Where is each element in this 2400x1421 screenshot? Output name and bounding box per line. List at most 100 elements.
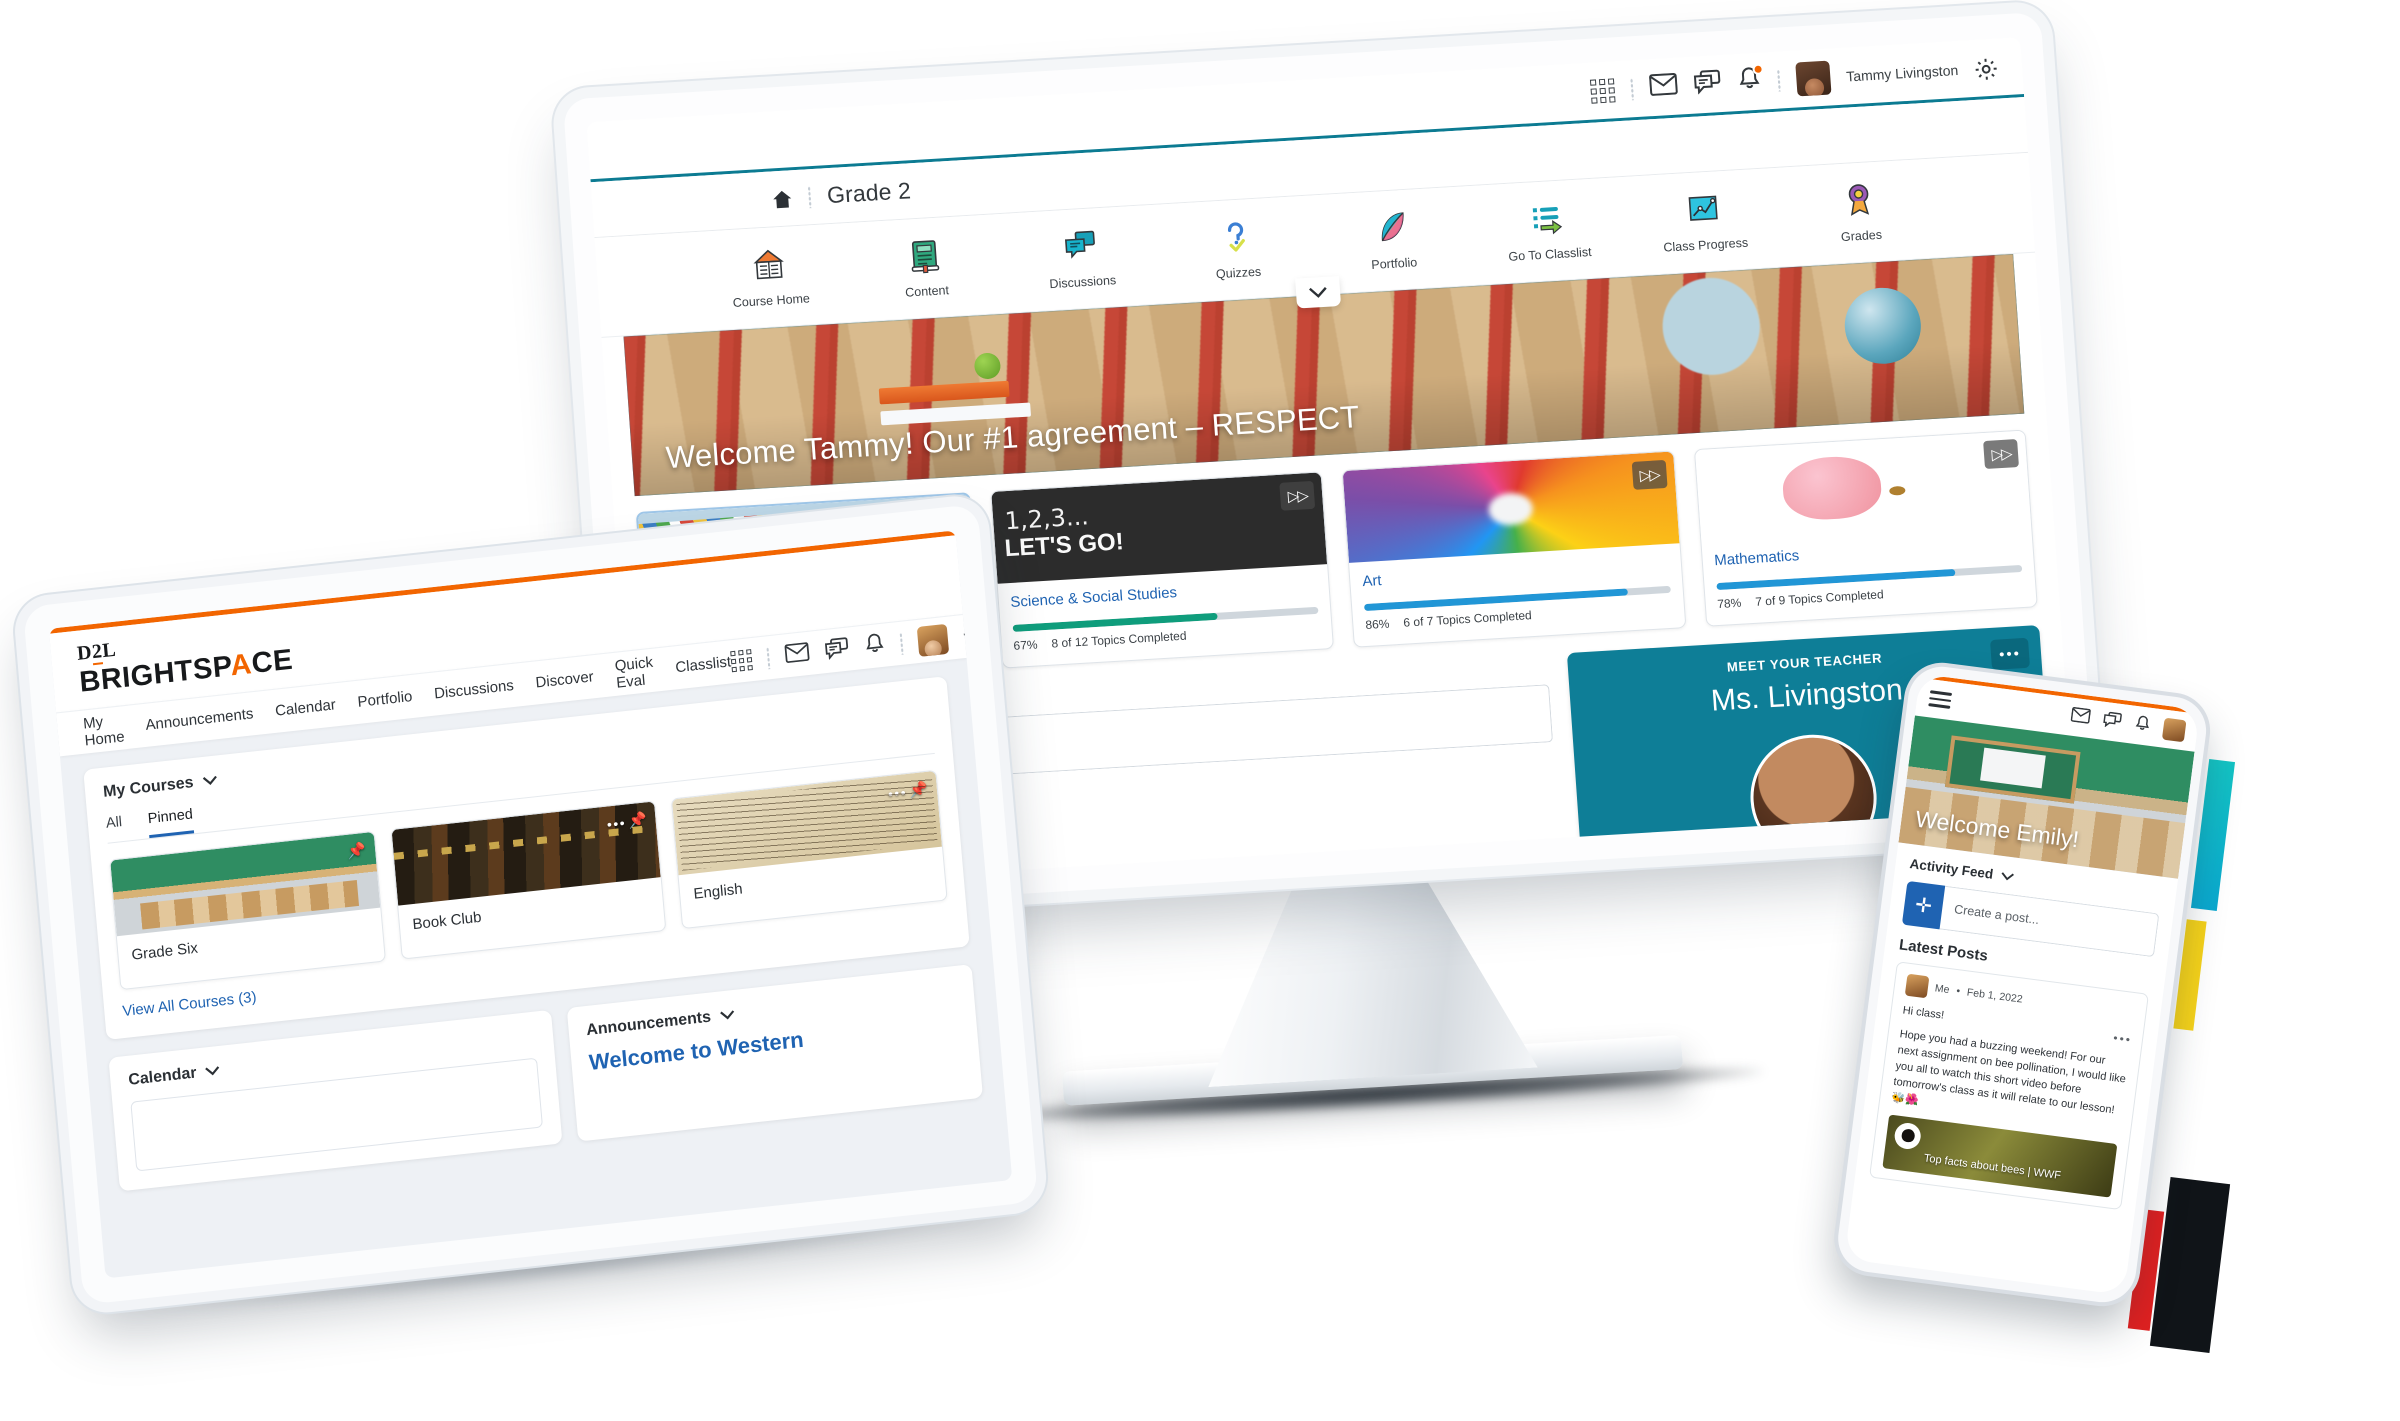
wwf-panda-logo bbox=[1893, 1121, 1923, 1151]
post-date: Feb 1, 2022 bbox=[1966, 986, 2024, 1006]
chevron-down-icon[interactable] bbox=[205, 1062, 221, 1082]
question-check-icon bbox=[1182, 209, 1289, 265]
laptop-screen: D2L BRIGHTSPACE My Home Announcements Ca… bbox=[48, 530, 1013, 1279]
video-caption: Top facts about bees | WWF bbox=[1923, 1151, 2062, 1182]
username-label: Tammy Livingston bbox=[1845, 61, 1959, 85]
nav-go-to-classlist[interactable]: Go To Classlist bbox=[1494, 190, 1603, 264]
bell-icon[interactable] bbox=[1736, 63, 1764, 98]
divider bbox=[899, 632, 904, 655]
envelope-icon[interactable] bbox=[784, 641, 811, 668]
progress-topics: 7 of 9 Topics Completed bbox=[1754, 587, 1885, 609]
fast-forward-icon[interactable]: ▷▷ bbox=[1279, 480, 1316, 511]
bell-icon[interactable] bbox=[2133, 713, 2152, 738]
kebab-menu-icon[interactable]: ••• bbox=[887, 784, 908, 802]
house-book-icon bbox=[715, 237, 822, 293]
line-chart-icon bbox=[1650, 181, 1757, 237]
chevron-down-icon[interactable] bbox=[2000, 868, 2015, 885]
background-accent-dark bbox=[2149, 1176, 2231, 1354]
nav-label: Grades bbox=[1840, 227, 1883, 245]
nav-class-progress[interactable]: Class Progress bbox=[1650, 181, 1759, 255]
plus-icon[interactable]: ✛ bbox=[1901, 880, 1946, 930]
apps-grid-icon[interactable] bbox=[1589, 77, 1616, 104]
notification-badge bbox=[1752, 63, 1764, 76]
message-bubble-icon[interactable] bbox=[2101, 710, 2123, 733]
nav-expand-button[interactable] bbox=[1295, 275, 1342, 309]
avatar[interactable] bbox=[2161, 717, 2187, 743]
nav-label: Class Progress bbox=[1662, 235, 1749, 255]
envelope-icon[interactable] bbox=[2070, 707, 2091, 729]
nav-calendar[interactable]: Calendar bbox=[274, 696, 336, 720]
progress-percent: 67% bbox=[1013, 637, 1039, 653]
fast-forward-icon[interactable]: ▷▷ bbox=[1983, 439, 2019, 469]
nav-quizzes[interactable]: Quizzes bbox=[1182, 209, 1291, 283]
nav-grades[interactable]: Grades bbox=[1805, 172, 1914, 246]
award-ribbon-icon bbox=[1805, 172, 1912, 228]
nav-quick-eval[interactable]: Quick Eval bbox=[614, 653, 655, 691]
leaf-icon bbox=[1338, 200, 1445, 256]
progress-topics: 8 of 12 Topics Completed bbox=[1051, 628, 1187, 651]
announcements-widget: Announcements Welcome to Western bbox=[566, 964, 984, 1142]
nav-discussions[interactable]: Discussions bbox=[1027, 218, 1136, 292]
course-card[interactable]: ▷▷ Science & Social Studies 67% 8 of 12 … bbox=[989, 471, 1335, 669]
hamburger-menu-icon[interactable] bbox=[1928, 686, 1953, 712]
calendar-label: Calendar bbox=[127, 1064, 198, 1089]
post-author: Me bbox=[1934, 982, 1951, 997]
device-composite: Tammy Livingston Grade 2 Course Home Con… bbox=[0, 0, 2400, 1421]
divider bbox=[1629, 77, 1635, 100]
home-icon[interactable] bbox=[772, 189, 793, 208]
divider bbox=[1776, 68, 1782, 92]
chevron-down-icon[interactable] bbox=[719, 1006, 735, 1026]
course-thumbnail: ▷▷ bbox=[1342, 451, 1679, 563]
course-card[interactable]: ▷▷ Art 86% 6 of 7 Topics Completed bbox=[1341, 450, 1686, 648]
gear-icon[interactable] bbox=[1973, 56, 1997, 80]
activity-feed-label: Activity Feed bbox=[1908, 856, 1995, 882]
nav-label: Content bbox=[904, 283, 950, 300]
chevron-down-icon[interactable] bbox=[202, 772, 218, 792]
pin-icon[interactable]: 📌 bbox=[628, 810, 648, 830]
divider bbox=[765, 646, 771, 669]
nav-course-home[interactable]: Course Home bbox=[715, 237, 824, 311]
laptop-device: D2L BRIGHTSPACE My Home Announcements Ca… bbox=[22, 503, 1039, 1327]
progress-topics: 6 of 7 Topics Completed bbox=[1402, 608, 1533, 630]
green-book-icon bbox=[871, 227, 978, 283]
envelope-icon[interactable] bbox=[1649, 72, 1679, 102]
bell-icon[interactable] bbox=[863, 631, 886, 661]
course-thumbnail: ▷▷ bbox=[990, 472, 1328, 584]
nav-announcements[interactable]: Announcements bbox=[145, 705, 254, 734]
create-post-placeholder: Create a post... bbox=[1953, 902, 2040, 928]
progress-percent: 86% bbox=[1364, 616, 1390, 632]
progress-percent: 78% bbox=[1716, 595, 1742, 612]
course-thumbnail: ▷▷ bbox=[1694, 430, 2031, 542]
kebab-menu-icon[interactable]: ••• bbox=[606, 815, 627, 833]
tab-pinned[interactable]: Pinned bbox=[147, 806, 195, 839]
avatar[interactable] bbox=[916, 623, 950, 657]
nav-my-home[interactable]: My Home bbox=[82, 711, 125, 749]
pin-icon[interactable]: 📌 bbox=[909, 780, 929, 800]
fast-forward-icon[interactable]: ▷▷ bbox=[1631, 459, 1668, 490]
pin-icon[interactable]: 📌 bbox=[347, 841, 367, 861]
apps-grid-icon[interactable] bbox=[730, 649, 753, 673]
course-card[interactable]: 📌 Grade Six bbox=[109, 830, 386, 991]
page-title: Grade 2 bbox=[826, 177, 912, 209]
nav-classlist[interactable]: Classlist bbox=[675, 653, 732, 676]
nav-portfolio[interactable]: Portfolio bbox=[357, 688, 413, 711]
nav-discussions[interactable]: Discussions bbox=[433, 677, 514, 703]
kebab-menu-icon[interactable]: ••• bbox=[2113, 1031, 2133, 1047]
course-card[interactable]: ▷▷ Mathematics 78% 7 of 9 Topics Complet… bbox=[1693, 429, 2038, 627]
avatar[interactable] bbox=[1795, 60, 1832, 96]
feed-post[interactable]: Me • Feb 1, 2022 ••• Hi class! Hope you … bbox=[1869, 961, 2149, 1210]
my-courses-label: My Courses bbox=[102, 774, 195, 801]
nav-content[interactable]: Content bbox=[871, 227, 980, 301]
course-card[interactable]: ••• 📌 Book Club bbox=[390, 800, 667, 960]
chat-bubbles-icon bbox=[1027, 218, 1134, 274]
message-bubble-icon[interactable] bbox=[1693, 69, 1723, 100]
tab-all[interactable]: All bbox=[105, 814, 123, 843]
post-separator: • bbox=[1955, 985, 1961, 998]
monitor-stand bbox=[1195, 872, 1538, 1087]
divider bbox=[807, 185, 812, 208]
nav-portfolio[interactable]: Portfolio bbox=[1338, 200, 1447, 274]
course-card[interactable]: ••• 📌 English bbox=[671, 769, 948, 930]
message-bubble-icon[interactable] bbox=[823, 636, 850, 665]
nav-label: Go To Classlist bbox=[1508, 244, 1593, 264]
nav-discover[interactable]: Discover bbox=[535, 668, 595, 691]
